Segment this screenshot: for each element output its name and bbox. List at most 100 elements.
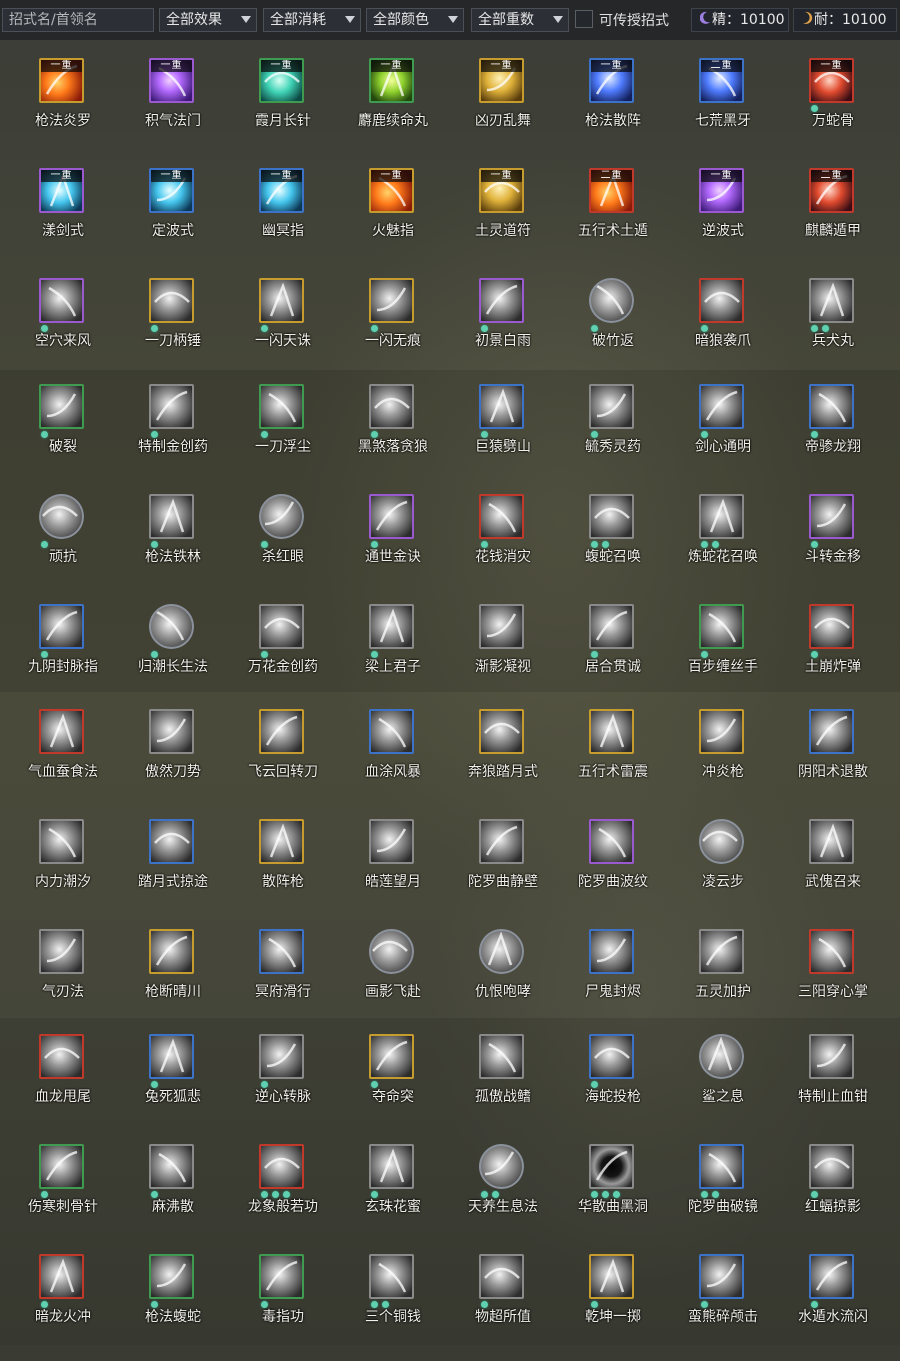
- skill-slot[interactable]: 一刀柄锤: [110, 275, 220, 385]
- skill-icon[interactable]: [589, 494, 634, 539]
- skill-slot[interactable]: 伤寒刺骨针: [0, 1141, 110, 1251]
- skill-icon[interactable]: [259, 1254, 304, 1299]
- skill-icon[interactable]: [809, 604, 854, 649]
- skill-icon[interactable]: [39, 1254, 84, 1299]
- skill-icon[interactable]: [39, 604, 84, 649]
- skill-slot[interactable]: 气血蚕食法: [0, 706, 110, 816]
- skill-slot[interactable]: 五行术雷震: [550, 706, 660, 816]
- skill-icon[interactable]: [259, 604, 304, 649]
- skill-slot[interactable]: 顽抗: [0, 491, 110, 601]
- effect-filter-dropdown[interactable]: 全部效果: [159, 8, 257, 32]
- skill-icon[interactable]: [39, 929, 84, 974]
- skill-icon[interactable]: [589, 278, 634, 323]
- color-filter-dropdown[interactable]: 全部颜色: [366, 8, 464, 32]
- skill-icon[interactable]: [39, 1034, 84, 1079]
- cost-filter-dropdown[interactable]: 全部消耗: [263, 8, 361, 32]
- skill-icon[interactable]: [479, 494, 524, 539]
- skill-slot[interactable]: 斗转金移: [770, 491, 880, 601]
- skill-slot[interactable]: 一重 逆波式: [660, 165, 770, 275]
- skill-icon[interactable]: [479, 604, 524, 649]
- skill-icon[interactable]: [809, 278, 854, 323]
- skill-icon[interactable]: [369, 494, 414, 539]
- skill-icon[interactable]: [259, 384, 304, 429]
- skill-icon[interactable]: [39, 709, 84, 754]
- skill-slot[interactable]: 毓秀灵药: [550, 381, 660, 491]
- skill-icon[interactable]: [39, 819, 84, 864]
- search-input[interactable]: [9, 9, 153, 31]
- skill-icon[interactable]: [809, 384, 854, 429]
- skill-icon[interactable]: [809, 929, 854, 974]
- skill-icon[interactable]: [259, 494, 304, 539]
- skill-slot[interactable]: 踏月式掠途: [110, 816, 220, 926]
- skill-slot[interactable]: 一闪无痕: [330, 275, 440, 385]
- skill-slot[interactable]: 龙象般若功: [220, 1141, 330, 1251]
- skill-slot[interactable]: 杀红眼: [220, 491, 330, 601]
- skill-slot[interactable]: 一刀浮尘: [220, 381, 330, 491]
- skill-slot[interactable]: 居合贯诚: [550, 601, 660, 711]
- skill-slot[interactable]: 花钱消灾: [440, 491, 550, 601]
- skill-slot[interactable]: 枪法铁林: [110, 491, 220, 601]
- skill-icon[interactable]: 一重: [699, 168, 744, 213]
- skill-icon[interactable]: [809, 819, 854, 864]
- skill-slot[interactable]: 仇恨咆哮: [440, 926, 550, 1036]
- skill-icon[interactable]: [39, 494, 84, 539]
- skill-slot[interactable]: 梁上君子: [330, 601, 440, 711]
- skill-icon[interactable]: [149, 1144, 194, 1189]
- skill-slot[interactable]: 初景白雨: [440, 275, 550, 385]
- skill-slot[interactable]: 特制金创药: [110, 381, 220, 491]
- skill-slot[interactable]: 通世金诀: [330, 491, 440, 601]
- skill-slot[interactable]: 一重 积气法门: [110, 55, 220, 165]
- skill-slot[interactable]: 冲炎枪: [660, 706, 770, 816]
- skill-slot[interactable]: 陀罗曲破镜: [660, 1141, 770, 1251]
- skill-slot[interactable]: 一闪天诛: [220, 275, 330, 385]
- skill-icon[interactable]: [479, 1144, 524, 1189]
- skill-icon[interactable]: [369, 929, 414, 974]
- skill-icon[interactable]: [699, 1254, 744, 1299]
- skill-slot[interactable]: 玄珠花蜜: [330, 1141, 440, 1251]
- skill-icon[interactable]: [39, 384, 84, 429]
- skill-icon[interactable]: 二重: [809, 168, 854, 213]
- skill-icon[interactable]: 一重: [39, 168, 84, 213]
- skill-slot[interactable]: 暗狼袭爪: [660, 275, 770, 385]
- skill-icon[interactable]: [809, 494, 854, 539]
- skill-slot[interactable]: 剑心通明: [660, 381, 770, 491]
- skill-slot[interactable]: 陀罗曲静壁: [440, 816, 550, 926]
- skill-icon[interactable]: 二重: [699, 58, 744, 103]
- skill-slot[interactable]: 一重 凶刃乱舞: [440, 55, 550, 165]
- skill-icon[interactable]: [149, 604, 194, 649]
- skill-icon[interactable]: [259, 1034, 304, 1079]
- skill-slot[interactable]: 阴阳术退散: [770, 706, 880, 816]
- skill-slot[interactable]: 破竹返: [550, 275, 660, 385]
- skill-icon[interactable]: 一重: [149, 58, 194, 103]
- skill-icon[interactable]: [149, 494, 194, 539]
- skill-slot[interactable]: 一重 土灵道符: [440, 165, 550, 275]
- skill-icon[interactable]: [479, 384, 524, 429]
- skill-slot[interactable]: 兵犬丸: [770, 275, 880, 385]
- skill-slot[interactable]: 逆心转脉: [220, 1031, 330, 1141]
- skill-slot[interactable]: 夺命突: [330, 1031, 440, 1141]
- skill-slot[interactable]: 一重 定波式: [110, 165, 220, 275]
- skill-icon[interactable]: 一重: [479, 58, 524, 103]
- skill-icon[interactable]: [699, 604, 744, 649]
- skill-icon[interactable]: [589, 709, 634, 754]
- skill-slot[interactable]: 破裂: [0, 381, 110, 491]
- skill-slot[interactable]: 二重 麒麟遁甲: [770, 165, 880, 275]
- skill-icon[interactable]: [369, 1254, 414, 1299]
- skill-icon[interactable]: [259, 709, 304, 754]
- skill-icon[interactable]: [699, 929, 744, 974]
- skill-icon[interactable]: [699, 709, 744, 754]
- skill-slot[interactable]: 二重 七荒黑牙: [660, 55, 770, 165]
- skill-icon[interactable]: [149, 1034, 194, 1079]
- skill-slot[interactable]: 华散曲黑洞: [550, 1141, 660, 1251]
- skill-icon[interactable]: [479, 709, 524, 754]
- skill-slot[interactable]: 红蝠掠影: [770, 1141, 880, 1251]
- skill-slot[interactable]: 麻沸散: [110, 1141, 220, 1251]
- skill-slot[interactable]: 枪断晴川: [110, 926, 220, 1036]
- skill-icon[interactable]: 一重: [369, 58, 414, 103]
- skill-icon[interactable]: [149, 819, 194, 864]
- search-field[interactable]: [2, 8, 154, 32]
- skill-icon[interactable]: [369, 1144, 414, 1189]
- skill-slot[interactable]: 内力潮汐: [0, 816, 110, 926]
- skill-slot[interactable]: 一重 漾剑式: [0, 165, 110, 275]
- skill-slot[interactable]: 一重 枪法散阵: [550, 55, 660, 165]
